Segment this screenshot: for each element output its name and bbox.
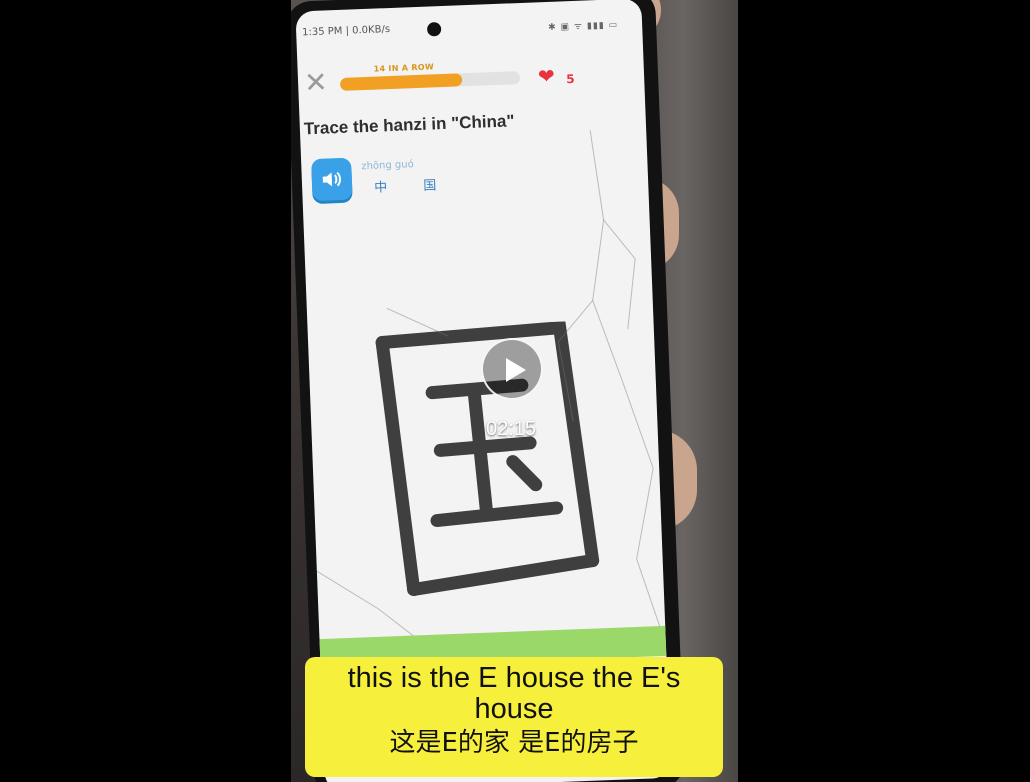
caption-chinese: 这是E的家 是E的房子 [389,728,639,758]
screen-crack [316,130,665,657]
caption-english: this is the E house the E's house [347,662,681,725]
subtitle-caption: this is the E house the E's house 这是E的家 … [305,657,723,777]
play-icon [506,358,526,382]
play-button[interactable] [481,338,543,400]
video-duration: 02:15 [486,418,537,440]
